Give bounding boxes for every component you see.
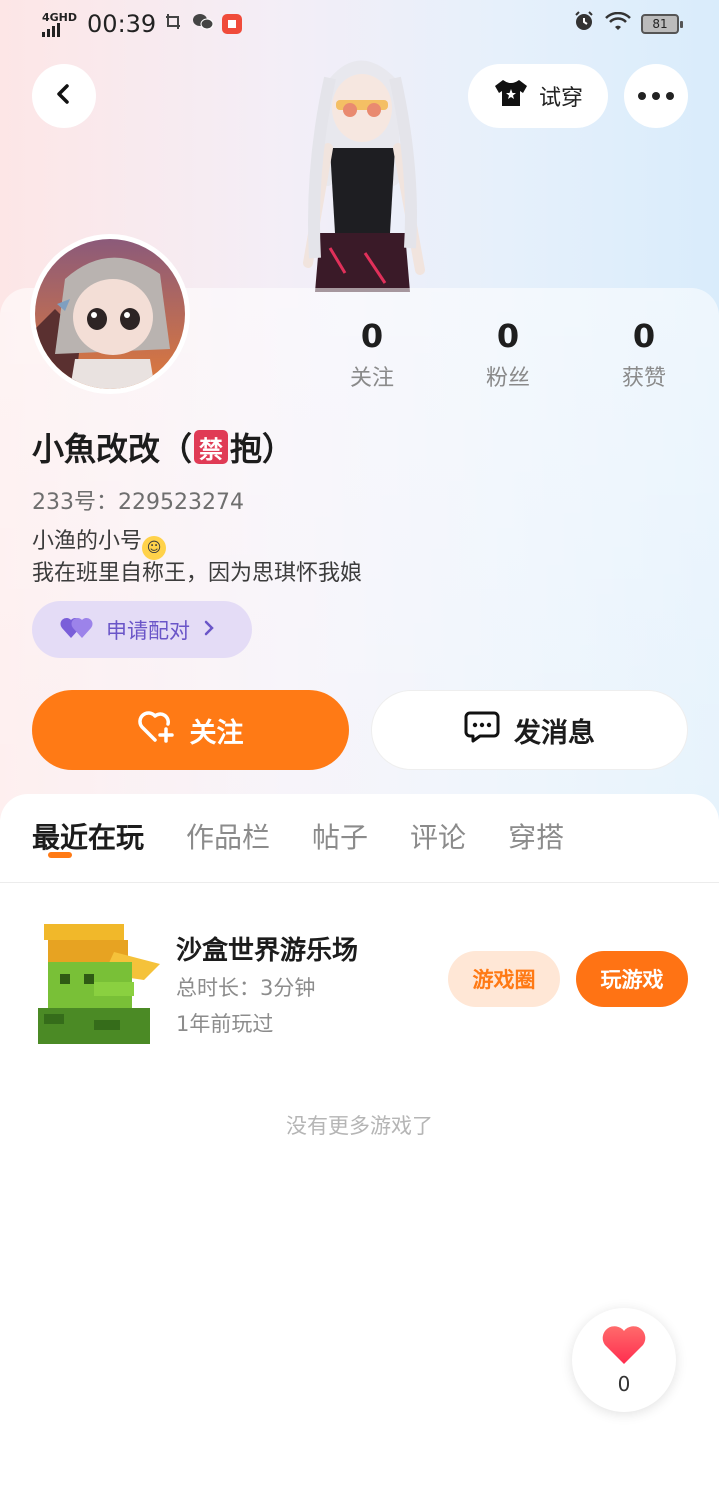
- bio-line-1: 小渔的小号: [32, 529, 143, 554]
- user-id: 233号：229523274: [32, 490, 244, 515]
- tab-comments[interactable]: 评论: [410, 816, 466, 856]
- chat-bubble-icon: [464, 710, 500, 751]
- profile-bio: 小渔的小号 ☺ 我在班里自称王，因为思琪怀我娘: [32, 528, 362, 588]
- back-button[interactable]: [32, 64, 96, 128]
- profile-tabs: 最近在玩 作品栏 帖子 评论 穿搭: [32, 816, 564, 856]
- more-options-button[interactable]: [624, 64, 688, 128]
- request-pairing-label: 申请配对: [106, 618, 190, 643]
- game-last-played: 1年前玩过: [176, 1012, 274, 1036]
- like-count: 0: [617, 1372, 631, 1396]
- signal-icon: [42, 22, 60, 37]
- play-game-button[interactable]: 玩游戏: [576, 951, 688, 1007]
- send-message-button[interactable]: 发消息: [371, 690, 688, 770]
- avatar-image: [35, 239, 185, 389]
- network-indicator: 4GHD: [42, 12, 77, 37]
- more-dots-icon: [638, 92, 674, 100]
- clock: 00:39: [87, 10, 157, 38]
- follow-button[interactable]: 关注: [32, 690, 349, 770]
- stat-following[interactable]: 0 关注: [304, 318, 440, 392]
- profile-nickname: 小魚改改（ 禁 抱）: [32, 424, 294, 470]
- tab-works[interactable]: 作品栏: [186, 816, 270, 856]
- screenshot-icon: [164, 12, 184, 37]
- request-pairing-button[interactable]: 申请配对: [32, 601, 252, 658]
- prohibited-emoji: 禁: [194, 430, 229, 464]
- tab-recently-played[interactable]: 最近在玩: [32, 816, 144, 856]
- follow-label: 关注: [189, 717, 244, 749]
- nickname-suffix: 抱）: [230, 430, 295, 468]
- game-list-item[interactable]: 沙盒世界游乐场 总时长：3分钟 1年前玩过 游戏圈 玩游戏: [0, 914, 719, 1054]
- profile-stats: 0 关注 0 粉丝 0 获赞: [304, 318, 712, 392]
- chevron-right-icon: [202, 618, 216, 642]
- chevron-left-icon: [52, 82, 76, 110]
- alarm-icon: [573, 10, 595, 38]
- bio-line-2: 我在班里自称王，因为思琪怀我娘: [32, 561, 363, 586]
- active-tab-indicator: [48, 852, 72, 858]
- stat-fans[interactable]: 0 粉丝: [440, 318, 576, 392]
- status-bar: 4GHD 00:39 81: [0, 0, 719, 48]
- tab-outfits[interactable]: 穿搭: [508, 816, 564, 856]
- game-circle-button[interactable]: 游戏圈: [448, 951, 560, 1007]
- tab-posts[interactable]: 帖子: [312, 816, 368, 856]
- battery-icon: 81: [641, 14, 683, 34]
- wechat-icon: [192, 12, 214, 37]
- send-message-label: 发消息: [514, 717, 595, 749]
- avatar[interactable]: [30, 234, 190, 394]
- tabs-divider: [0, 882, 719, 883]
- stat-fans-value: 0: [496, 317, 520, 355]
- stat-fans-label: 粉丝: [485, 366, 530, 391]
- nickname-prefix: 小魚改改（: [32, 430, 193, 468]
- try-on-label: 试穿: [538, 86, 583, 111]
- stat-following-label: 关注: [349, 366, 394, 391]
- heart-pair-icon: [60, 614, 94, 645]
- wifi-icon: [605, 10, 631, 38]
- game-title: 沙盒世界游乐场: [176, 936, 359, 966]
- game-icon: [34, 922, 162, 1046]
- no-more-games-text: 没有更多游戏了: [286, 1114, 433, 1138]
- network-type: 4GHD: [42, 10, 78, 24]
- floating-like-button[interactable]: 0: [572, 1308, 676, 1412]
- stat-likes-label: 获赞: [621, 366, 666, 391]
- game-play-duration: 总时长：3分钟: [176, 976, 316, 1000]
- stat-following-value: 0: [360, 317, 384, 355]
- tshirt-icon: [493, 78, 529, 114]
- avatar-3d-character: [270, 48, 450, 292]
- heart-icon: [600, 1324, 648, 1370]
- battery-level: 81: [652, 17, 668, 31]
- app-notification-icon: [222, 14, 243, 34]
- try-on-button[interactable]: 试穿: [468, 64, 608, 128]
- stat-likes[interactable]: 0 获赞: [576, 318, 712, 392]
- heart-plus-icon: [137, 710, 176, 751]
- stat-likes-value: 0: [632, 317, 656, 355]
- upside-down-face-emoji: ☺: [142, 536, 167, 560]
